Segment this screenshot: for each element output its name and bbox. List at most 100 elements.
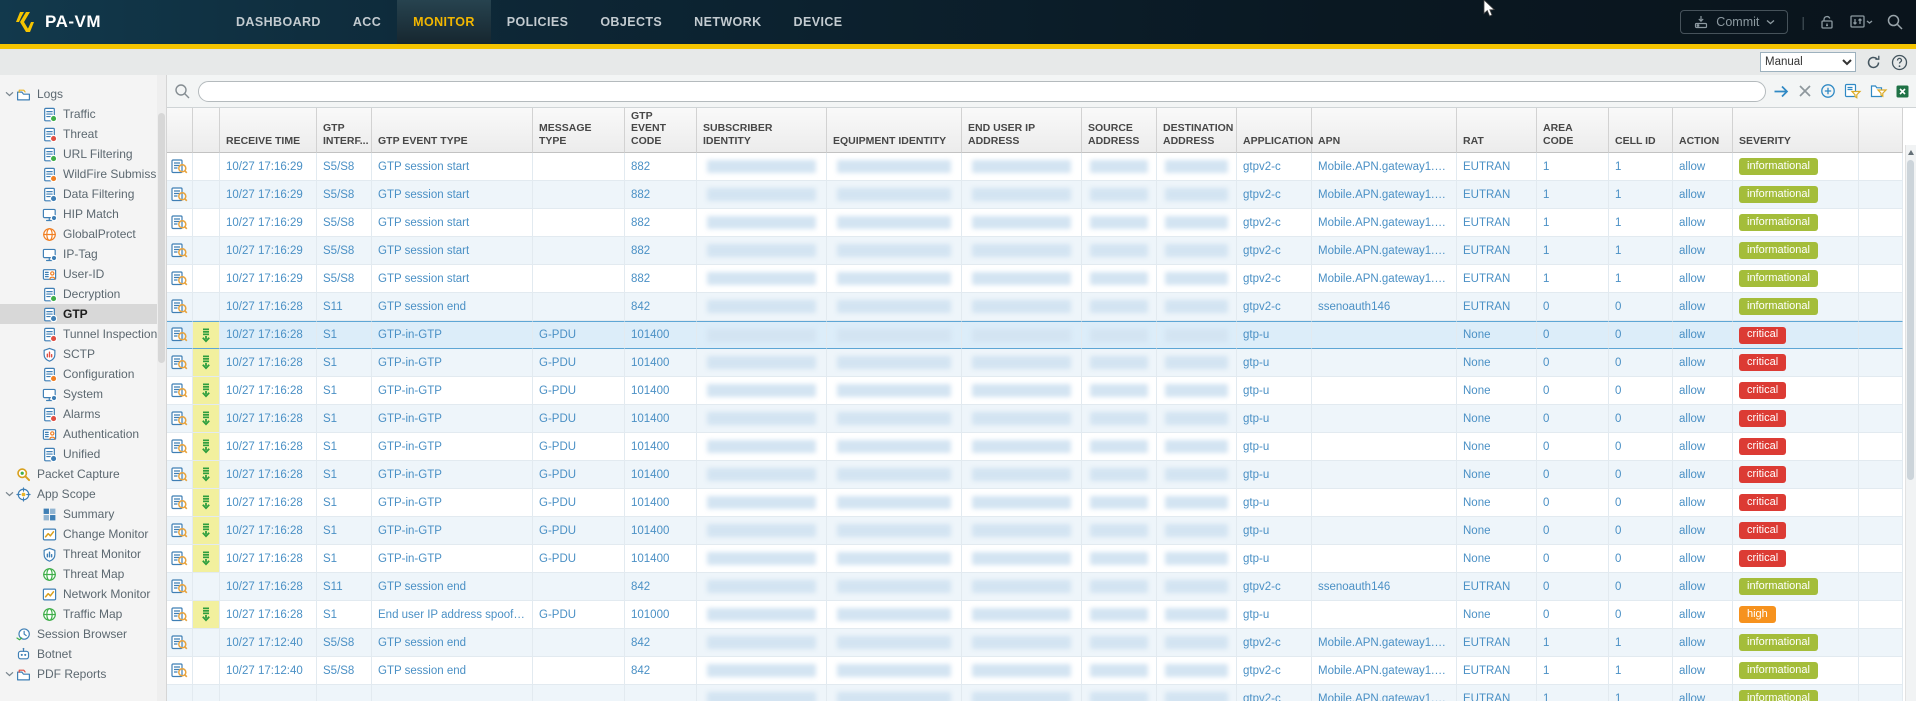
log-detail-icon[interactable]	[171, 439, 188, 455]
sidebar-item-traffic[interactable]: Traffic	[0, 104, 166, 124]
log-row[interactable]: 10/27 17:16:29S5/S8GTP session start882g…	[167, 181, 1903, 209]
sidebar-item-network-monitor[interactable]: Network Monitor	[0, 584, 166, 604]
column-header-cell[interactable]: CELL ID	[1609, 108, 1673, 153]
log-row[interactable]: 10/27 17:16:28S1GTP-in-GTPG-PDU101400gtp…	[167, 433, 1903, 461]
sidebar-item-change-monitor[interactable]: Change Monitor	[0, 524, 166, 544]
log-row[interactable]: 10/27 17:16:28S1GTP-in-GTPG-PDU101400gtp…	[167, 349, 1903, 377]
log-row[interactable]: 10/27 17:12:40S5/S8GTP session end842gtp…	[167, 629, 1903, 657]
column-header-rat[interactable]: RAT	[1457, 108, 1537, 153]
column-header-mtype[interactable]: MESSAGE TYPE	[533, 108, 625, 153]
sidebar-item-botnet[interactable]: Botnet	[0, 644, 166, 664]
log-row[interactable]: 10/27 17:16:28S1GTP-in-GTPG-PDU101400gtp…	[167, 377, 1903, 405]
log-detail-icon[interactable]	[171, 495, 188, 511]
export-csv-icon[interactable]	[1896, 85, 1909, 98]
log-detail-icon[interactable]	[171, 607, 188, 623]
packet-capture-download-icon[interactable]	[197, 495, 215, 510]
commit-button[interactable]: Commit	[1680, 10, 1788, 34]
packet-capture-download-icon[interactable]	[197, 439, 215, 454]
sidebar-item-globalprotect[interactable]: GlobalProtect	[0, 224, 166, 244]
packet-capture-download-icon[interactable]	[197, 607, 215, 622]
tab-network[interactable]: NETWORK	[678, 0, 777, 44]
tab-policies[interactable]: POLICIES	[491, 0, 585, 44]
log-row[interactable]: 10/27 17:16:28S1GTP-in-GTPG-PDU101400gtp…	[167, 321, 1903, 349]
log-row[interactable]: 10/27 17:16:28S11GTP session end842gtpv2…	[167, 573, 1903, 601]
packet-capture-download-icon[interactable]	[197, 328, 215, 343]
log-detail-icon[interactable]	[171, 215, 188, 231]
log-row[interactable]: 10/27 17:16:29S5/S8GTP session start882g…	[167, 265, 1903, 293]
sidebar-item-threat-map[interactable]: Threat Map	[0, 564, 166, 584]
sidebar-item-wildfire-submissions[interactable]: WildFire Submissions	[0, 164, 166, 184]
chevron-down-icon[interactable]	[5, 91, 16, 97]
log-row[interactable]: 10/27 17:16:28S11GTP session end842gtpv2…	[167, 293, 1903, 321]
log-detail-icon[interactable]	[171, 299, 188, 315]
column-header-sub[interactable]: SUBSCRIBER IDENTITY	[697, 108, 827, 153]
help-icon[interactable]	[1891, 54, 1908, 71]
refresh-icon[interactable]	[1865, 54, 1882, 71]
column-header-etype[interactable]: GTP EVENT TYPE	[372, 108, 533, 153]
sidebar-item-alarms[interactable]: Alarms	[0, 404, 166, 424]
sidebar-item-ip-tag[interactable]: IP-Tag	[0, 244, 166, 264]
log-detail-icon[interactable]	[171, 243, 188, 259]
sidebar-item-packet-capture[interactable]: Packet Capture	[0, 464, 166, 484]
scroll-up-arrow-icon[interactable]	[1908, 150, 1914, 155]
column-header-iface[interactable]: GTP INTERF...	[317, 108, 372, 153]
log-row[interactable]: gtpv2-cMobile.APN.gateway1.gate...EUTRAN…	[167, 685, 1903, 701]
sidebar-item-sctp[interactable]: SCTP	[0, 344, 166, 364]
packet-capture-download-icon[interactable]	[197, 467, 215, 482]
global-search-icon[interactable]	[1886, 13, 1904, 31]
column-header-apn[interactable]: APN	[1312, 108, 1457, 153]
log-row[interactable]: 10/27 17:16:28S1GTP-in-GTPG-PDU101400gtp…	[167, 405, 1903, 433]
log-detail-icon[interactable]	[171, 635, 188, 651]
sidebar-item-app-scope[interactable]: App Scope	[0, 484, 166, 504]
sidebar-item-data-filtering[interactable]: Data Filtering	[0, 184, 166, 204]
log-detail-icon[interactable]	[171, 187, 188, 203]
sidebar-item-user-id[interactable]: User-ID	[0, 264, 166, 284]
table-scrollbar-thumb[interactable]	[1907, 160, 1914, 480]
sidebar-item-authentication[interactable]: Authentication	[0, 424, 166, 444]
sidebar-item-decryption[interactable]: Decryption	[0, 284, 166, 304]
column-header-code[interactable]: GTP EVENT CODE	[625, 108, 697, 153]
chevron-down-icon[interactable]	[5, 671, 16, 677]
filter-query-input[interactable]	[198, 81, 1766, 102]
sidebar-item-summary[interactable]: Summary	[0, 504, 166, 524]
column-header-equip[interactable]: EQUIPMENT IDENTITY	[827, 108, 962, 153]
tab-monitor[interactable]: MONITOR	[397, 0, 491, 44]
unlock-icon[interactable]	[1818, 13, 1836, 31]
column-header-area[interactable]: AREA CODE	[1537, 108, 1609, 153]
log-detail-icon[interactable]	[171, 467, 188, 483]
tab-dashboard[interactable]: DASHBOARD	[220, 0, 337, 44]
tab-acc[interactable]: ACC	[337, 0, 397, 44]
sidebar-item-configuration[interactable]: Configuration	[0, 364, 166, 384]
apply-filter-arrow-icon[interactable]	[1773, 84, 1790, 99]
sidebar-item-traffic-map[interactable]: Traffic Map	[0, 604, 166, 624]
log-row[interactable]: 10/27 17:16:28S1GTP-in-GTPG-PDU101400gtp…	[167, 517, 1903, 545]
sidebar-item-threat-monitor[interactable]: Threat Monitor	[0, 544, 166, 564]
sidebar-item-unified[interactable]: Unified	[0, 444, 166, 464]
log-detail-icon[interactable]	[171, 579, 188, 595]
log-row[interactable]: 10/27 17:16:29S5/S8GTP session start882g…	[167, 237, 1903, 265]
packet-capture-download-icon[interactable]	[197, 523, 215, 538]
packet-capture-download-icon[interactable]	[197, 355, 215, 370]
sidebar-item-pdf-reports[interactable]: PDF Reports	[0, 664, 166, 684]
sidebar-item-logs[interactable]: Logs	[0, 84, 166, 104]
tab-device[interactable]: DEVICE	[778, 0, 859, 44]
sidebar-scrollbar-thumb[interactable]	[158, 113, 165, 363]
save-config-icon[interactable]	[1849, 13, 1873, 31]
log-detail-icon[interactable]	[171, 159, 188, 175]
log-detail-icon[interactable]	[171, 663, 188, 679]
log-row[interactable]: 10/27 17:16:28S1GTP-in-GTPG-PDU101400gtp…	[167, 489, 1903, 517]
log-detail-icon[interactable]	[171, 551, 188, 567]
tab-objects[interactable]: OBJECTS	[584, 0, 678, 44]
sidebar-item-session-browser[interactable]: Session Browser	[0, 624, 166, 644]
log-detail-icon[interactable]	[171, 383, 188, 399]
sidebar-item-system[interactable]: System	[0, 384, 166, 404]
log-row[interactable]: 10/27 17:16:29S5/S8GTP session start882g…	[167, 209, 1903, 237]
log-row[interactable]: 10/27 17:16:29S5/S8GTP session start882g…	[167, 153, 1903, 181]
log-row[interactable]: 10/27 17:12:40S5/S8GTP session end842gtp…	[167, 657, 1903, 685]
chevron-down-icon[interactable]	[5, 491, 16, 497]
log-detail-icon[interactable]	[171, 327, 188, 343]
load-filter-icon[interactable]	[1870, 83, 1888, 99]
packet-capture-download-icon[interactable]	[197, 383, 215, 398]
column-header-euip[interactable]: END USER IP ADDRESS	[962, 108, 1082, 153]
save-filter-icon[interactable]	[1844, 83, 1862, 99]
